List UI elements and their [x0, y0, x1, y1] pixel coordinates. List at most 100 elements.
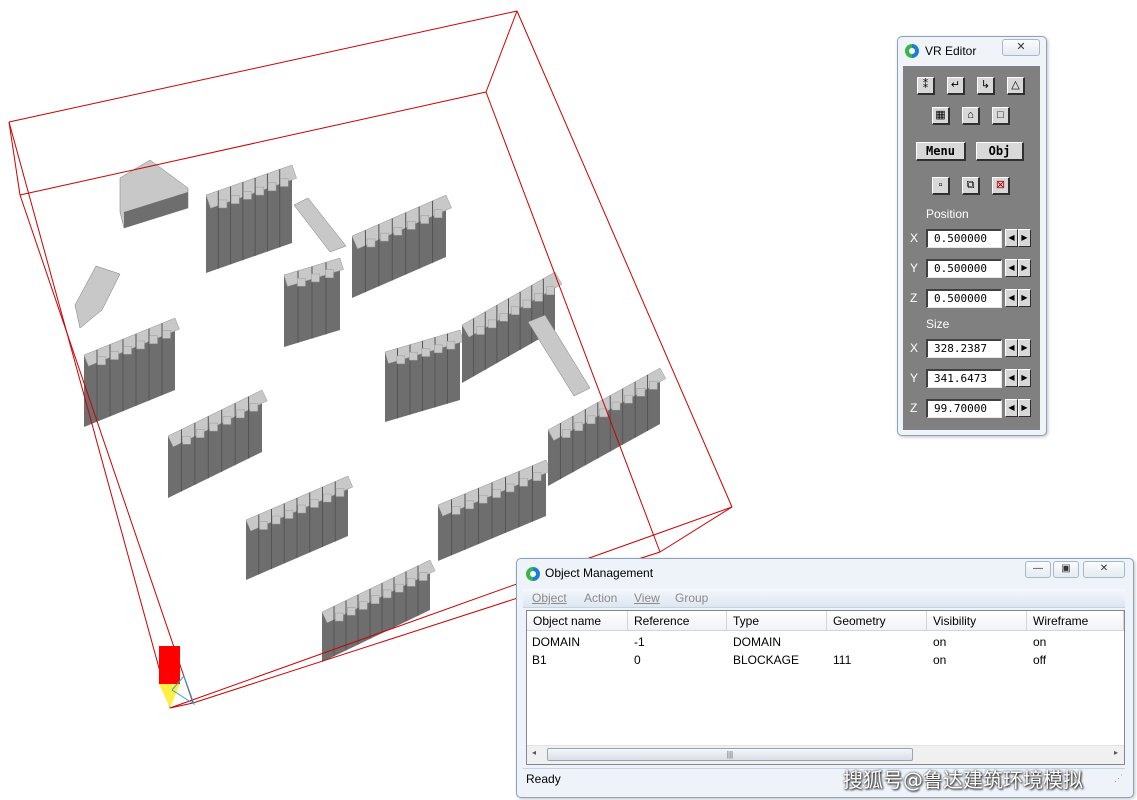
building-notch — [505, 483, 515, 493]
building-notch — [611, 401, 621, 411]
size-y-decrement[interactable]: ◀ — [1005, 369, 1018, 387]
size-z-decrement[interactable]: ◀ — [1005, 399, 1018, 417]
building-notch — [636, 388, 646, 397]
building-notch — [123, 346, 132, 355]
position-z-label: Z — [910, 291, 918, 305]
position-x-decrement[interactable]: ◀ — [1005, 229, 1018, 247]
position-z-decrement[interactable]: ◀ — [1005, 289, 1018, 307]
minimize-button[interactable]: — — [1025, 561, 1051, 578]
column-header-type[interactable]: Type — [727, 611, 827, 631]
close-button[interactable]: ✕ — [1002, 39, 1040, 56]
horizontal-scrollbar[interactable]: ◂ ||| ▸ — [527, 745, 1124, 764]
move-object-icon[interactable]: ▫ — [932, 177, 950, 195]
building-notch — [325, 269, 334, 278]
undo-icon[interactable]: ↵ — [947, 77, 965, 95]
building-notch — [409, 351, 418, 361]
building-notch — [487, 319, 497, 329]
cell-visibility: on — [933, 635, 947, 649]
building-notch — [162, 330, 171, 339]
building-notch — [574, 422, 583, 431]
scroll-thumb[interactable]: ||| — [547, 748, 913, 761]
building-notch — [476, 326, 485, 335]
building-notch — [562, 429, 571, 438]
cell-type: BLOCKAGE — [733, 653, 800, 667]
building-notch — [446, 340, 456, 350]
obj-button[interactable]: Obj — [976, 142, 1024, 161]
vr-editor-titlebar[interactable]: VR Editor ✕ — [898, 37, 1046, 65]
object-management-window: Object Management — ▣ ✕ Object Action Vi… — [516, 558, 1134, 798]
menu-action[interactable]: Action — [584, 591, 617, 605]
building-notch — [418, 572, 428, 581]
origin-axis-cone — [159, 684, 180, 708]
watermark-text: 搜狐号@鲁达建筑环境模拟 — [843, 768, 1083, 792]
building-notch — [406, 578, 416, 587]
building-notch — [255, 186, 265, 196]
position-label: Position — [926, 207, 969, 221]
cell-reference: -1 — [634, 635, 645, 649]
origin-axis-block — [159, 646, 180, 684]
building-notch — [451, 506, 461, 515]
building-notch — [272, 515, 281, 525]
compass-icon[interactable]: △ — [1007, 77, 1025, 95]
domain-box-edge — [659, 506, 733, 553]
building-notch — [97, 356, 106, 366]
size-z-field[interactable]: 99.70000 — [926, 399, 1002, 418]
building-notch — [358, 601, 368, 610]
position-y-increment[interactable]: ▶ — [1018, 259, 1031, 277]
column-header-geometry[interactable]: Geometry — [827, 611, 927, 631]
size-x-increment[interactable]: ▶ — [1018, 339, 1031, 357]
xyz-axes-icon[interactable]: ⁑ — [917, 77, 935, 95]
building-notch — [586, 415, 596, 425]
cell-type: DOMAIN — [733, 635, 781, 649]
cell-wireframe: off — [1033, 653, 1047, 667]
grid-icon[interactable]: ▦ — [932, 107, 950, 125]
scroll-left-icon[interactable]: ◂ — [532, 748, 536, 757]
size-z-increment[interactable]: ▶ — [1018, 399, 1031, 417]
building-notch — [230, 195, 240, 204]
size-x-decrement[interactable]: ◀ — [1005, 339, 1018, 357]
building-notch — [624, 394, 633, 404]
app-logo-icon — [905, 44, 919, 58]
building-notch — [284, 510, 294, 519]
trash-icon[interactable]: ⌂ — [962, 107, 980, 125]
close-button[interactable]: ✕ — [1083, 561, 1125, 578]
menu-object[interactable]: Object — [532, 591, 567, 605]
box-icon[interactable]: □ — [992, 107, 1010, 125]
building-block — [74, 265, 121, 329]
building-notch — [311, 273, 320, 283]
copy-object-icon[interactable]: ⧉ — [962, 177, 980, 195]
column-header-reference[interactable]: Reference — [628, 611, 727, 631]
building-notch — [478, 494, 488, 504]
column-header-wireframe[interactable]: Wireframe — [1027, 611, 1124, 631]
position-z-increment[interactable]: ▶ — [1018, 289, 1031, 307]
position-y-decrement[interactable]: ◀ — [1005, 259, 1018, 277]
building-notch — [465, 500, 474, 510]
building-notch — [297, 277, 306, 287]
building-notch — [394, 583, 404, 593]
column-header-visibility[interactable]: Visibility — [927, 611, 1027, 631]
size-y-increment[interactable]: ▶ — [1018, 369, 1031, 387]
cell-object-name: DOMAIN — [532, 635, 580, 649]
redo-icon[interactable]: ↳ — [977, 77, 995, 95]
building-notch — [149, 335, 158, 344]
object-list[interactable]: Object name Reference Type Geometry Visi… — [526, 610, 1125, 765]
building-notch — [433, 209, 443, 218]
menu-button[interactable]: Menu — [916, 142, 966, 161]
position-z-field[interactable]: 0.500000 — [926, 289, 1002, 308]
building-notch — [280, 178, 289, 187]
position-x-field[interactable]: 0.500000 — [926, 229, 1002, 248]
maximize-button[interactable]: ▣ — [1053, 561, 1079, 578]
scroll-right-icon[interactable]: ▸ — [1114, 748, 1118, 757]
building-notch — [195, 429, 205, 438]
resize-grip-icon[interactable]: ⋰ — [1114, 768, 1123, 788]
building-notch — [492, 489, 501, 498]
menu-group[interactable]: Group — [675, 591, 708, 605]
size-y-field[interactable]: 341.6473 — [926, 369, 1002, 388]
delete-object-icon[interactable]: ⊠ — [992, 177, 1010, 195]
menu-view[interactable]: View — [634, 591, 660, 605]
size-x-field[interactable]: 328.2387 — [926, 339, 1002, 358]
position-x-increment[interactable]: ▶ — [1018, 229, 1031, 247]
column-header-object-name[interactable]: Object name — [527, 611, 628, 631]
position-y-field[interactable]: 0.500000 — [926, 259, 1002, 278]
position-x-label: X — [910, 231, 919, 245]
